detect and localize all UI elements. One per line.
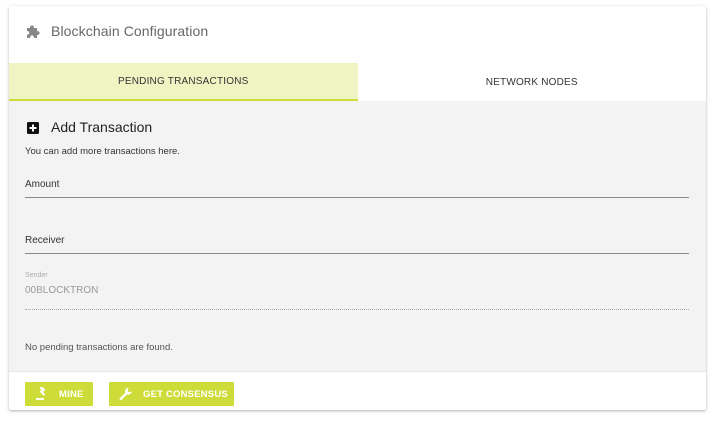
card-actions: MINE GET CONSENSUS [9,371,706,410]
amount-underline [25,197,689,198]
plus-square-icon [27,121,39,134]
amount-input[interactable] [25,173,689,199]
pending-transactions-panel: Add Transaction You can add more transac… [9,101,706,371]
sender-field: Sender 00BLOCKTRON [25,272,689,312]
get-consensus-label: GET CONSENSUS [143,388,228,400]
sender-value: 00BLOCKTRON [25,285,99,296]
empty-transactions-message: No pending transactions are found. [25,342,173,353]
puzzle-piece-icon [25,23,41,39]
receiver-field[interactable]: Receiver [25,223,689,255]
page-title: Blockchain Configuration [51,23,209,39]
wrench-icon [119,387,133,401]
mine-label: MINE [59,388,84,400]
tab-network-nodes[interactable]: NETWORK NODES [358,63,707,101]
add-transaction-heading: Add Transaction [51,119,153,135]
amount-field[interactable]: Amount [25,167,689,199]
gavel-icon [35,386,49,401]
sender-underline [25,309,689,310]
mine-button[interactable]: MINE [25,382,93,406]
get-consensus-button[interactable]: GET CONSENSUS [109,382,234,406]
receiver-input[interactable] [25,229,689,255]
sender-label: Sender [25,272,48,279]
tab-pending-transactions[interactable]: PENDING TRANSACTIONS [9,63,358,101]
card-header: Blockchain Configuration [9,6,706,63]
receiver-underline [25,253,689,254]
blockchain-config-card: Blockchain Configuration PENDING TRANSAC… [9,6,706,410]
add-transaction-subtitle: You can add more transactions here. [25,146,180,157]
tab-bar: PENDING TRANSACTIONS NETWORK NODES [9,63,706,101]
